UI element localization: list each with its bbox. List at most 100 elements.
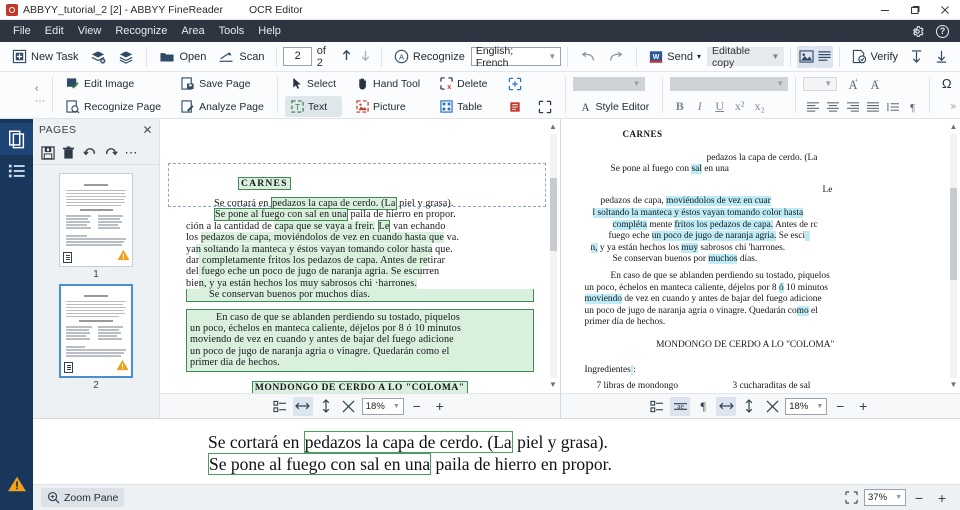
undo-button[interactable] [574, 45, 602, 69]
align-right-button[interactable] [843, 97, 862, 116]
image-subheading-mondongo[interactable]: MONDONGO DE CERDO A LO "COLOMA" [251, 380, 468, 393]
view-image-toggle[interactable] [797, 45, 816, 68]
line-size-select[interactable]: ▼ [803, 76, 838, 91]
image-zoom-out-button[interactable]: − [407, 397, 427, 416]
text-scroll-area[interactable]: CARNES pedazos la capa de cerdo. (La Se … [560, 119, 960, 393]
delete-area-button[interactable]: x Delete [434, 73, 493, 94]
fit-page-icon[interactable] [762, 397, 782, 416]
fit-page-icon[interactable] [339, 397, 359, 416]
highlight-region-2[interactable]: Se pone al fuego con sal en una [214, 208, 348, 222]
scroll-track[interactable] [950, 134, 957, 378]
paragraph-mark-icon[interactable]: ¶ [693, 397, 713, 416]
scroll-down-icon[interactable]: ▼ [549, 381, 557, 389]
text-zoom-select[interactable]: 18% ▼ [785, 397, 828, 415]
rotate-right-icon[interactable] [101, 143, 120, 162]
language-select[interactable]: English; French ▼ [470, 45, 562, 69]
paragraph-marks-button[interactable]: ¶ [903, 97, 922, 116]
style-editor-button[interactable]: A Style Editor [573, 96, 656, 117]
scroll-track[interactable] [549, 134, 557, 378]
rail-list-button[interactable] [0, 155, 33, 187]
fit-height-icon[interactable] [739, 397, 759, 416]
font-family-select[interactable]: ▼ [572, 76, 645, 91]
hand-tool-button[interactable]: Hand Tool [350, 73, 426, 94]
menu-view[interactable]: View [71, 23, 109, 39]
show-areas-icon[interactable] [270, 397, 290, 416]
previous-page-button[interactable] [337, 47, 356, 66]
send-button[interactable]: W Send ▾ [643, 45, 707, 69]
symbol-button[interactable]: Ω [937, 74, 956, 93]
decrease-font-button[interactable]: A- [862, 74, 881, 93]
font-size-select[interactable]: ▼ [670, 76, 789, 91]
highlight-region-3[interactable]: Le [377, 219, 391, 233]
image-zoom-select[interactable]: 18% ▼ [361, 397, 404, 415]
save-icon[interactable] [38, 143, 57, 162]
view-text-toggle[interactable] [815, 45, 834, 68]
stack-button[interactable] [112, 45, 140, 69]
edit-image-button[interactable]: Edit Image [60, 73, 167, 94]
zoom-pane-button[interactable]: Zoom Pane [41, 488, 125, 507]
toolbar-overflow-icon[interactable]: » [950, 101, 956, 112]
zoom-pane-zoom-select[interactable]: 37% ▼ [864, 489, 906, 506]
menu-recognize[interactable]: Recognize [108, 23, 174, 39]
export-up-button[interactable] [904, 45, 929, 69]
maximize-button[interactable] [900, 0, 930, 20]
help-icon[interactable]: ? [935, 24, 950, 39]
scroll-thumb[interactable] [549, 177, 557, 252]
copy-mode-select[interactable]: Editable copy ▼ [707, 45, 785, 69]
panel-more-icon[interactable]: ⋯ [35, 96, 45, 107]
reorder-areas-button[interactable] [502, 96, 528, 117]
zoom-line2-highlight[interactable]: Se pone al fuego con sal en una [208, 453, 432, 475]
zoom-pane-view[interactable]: Se cortará en pedazos la capa de cerdo. … [33, 419, 960, 484]
close-button[interactable] [930, 0, 960, 20]
image-scroll-area[interactable]: CARNES Se cortará en pedazos la capa de … [160, 119, 560, 393]
analyze-page-button[interactable]: Analyze Page [175, 96, 270, 117]
text-area-tool-button[interactable]: T Text [284, 96, 343, 117]
rail-pages-button[interactable] [0, 123, 33, 155]
fit-selection-icon[interactable] [841, 488, 861, 507]
page-thumbnail-2[interactable] [59, 284, 133, 378]
fit-width-icon[interactable] [716, 396, 737, 416]
picture-area-tool-button[interactable]: Picture [350, 96, 426, 117]
verify-button[interactable]: Verify [846, 45, 904, 69]
page-thumbnail-item[interactable]: 2 [59, 284, 133, 391]
more-icon[interactable]: ⋯ [122, 143, 141, 162]
delete-icon[interactable] [59, 143, 78, 162]
gear-icon[interactable] [910, 24, 925, 39]
align-left-button[interactable] [803, 97, 822, 116]
new-task-button[interactable]: New Task [6, 45, 84, 69]
image-zoom-in-button[interactable]: + [430, 397, 450, 416]
page-number-input[interactable]: 2 [283, 47, 312, 66]
menu-tools[interactable]: Tools [212, 23, 252, 39]
zoom-pane-zoom-out-button[interactable]: − [909, 488, 929, 507]
menu-area[interactable]: Area [174, 23, 211, 39]
scroll-up-icon[interactable]: ▲ [549, 123, 557, 131]
recognize-page-button[interactable]: Recognize Page [60, 96, 167, 117]
page-thumbnail-item[interactable]: 1 [59, 173, 133, 280]
redo-button[interactable] [602, 45, 630, 69]
align-center-button[interactable] [823, 97, 842, 116]
menu-file[interactable]: File [6, 23, 38, 39]
minimize-button[interactable] [870, 0, 900, 20]
scan-button[interactable]: Scan [212, 45, 270, 69]
menu-edit[interactable]: Edit [38, 23, 71, 39]
text-pane-scrollbar[interactable]: ▲ ▼ [949, 123, 958, 389]
highlight-uncertain-icon[interactable]: ae [670, 396, 691, 416]
image-text-block-1[interactable]: Se cortará en pedazos la capa de cerdo. … [186, 197, 534, 302]
zoom-pane-zoom-in-button[interactable]: + [932, 488, 952, 507]
fit-height-icon[interactable] [316, 397, 336, 416]
image-text-block-2[interactable]: En caso de que se ablanden perdiendo su … [186, 308, 534, 372]
stack-add-button[interactable] [84, 45, 112, 69]
fit-width-icon[interactable] [292, 396, 313, 416]
underline-button[interactable]: U [710, 97, 729, 116]
line-spacing-button[interactable] [883, 97, 902, 116]
save-page-button[interactable]: Save Page [175, 73, 270, 94]
scroll-thumb[interactable] [950, 187, 957, 281]
rail-warning-icon[interactable] [0, 468, 33, 500]
show-areas-icon[interactable] [647, 397, 667, 416]
close-icon[interactable]: ✕ [143, 124, 153, 136]
select-tool-button[interactable]: Select [285, 73, 342, 94]
crop-area-button[interactable] [532, 96, 558, 117]
subscript-button[interactable]: x₂ [750, 97, 769, 116]
image-pane-scrollbar[interactable]: ▲ ▼ [549, 123, 558, 389]
bold-button[interactable]: B [670, 97, 689, 116]
